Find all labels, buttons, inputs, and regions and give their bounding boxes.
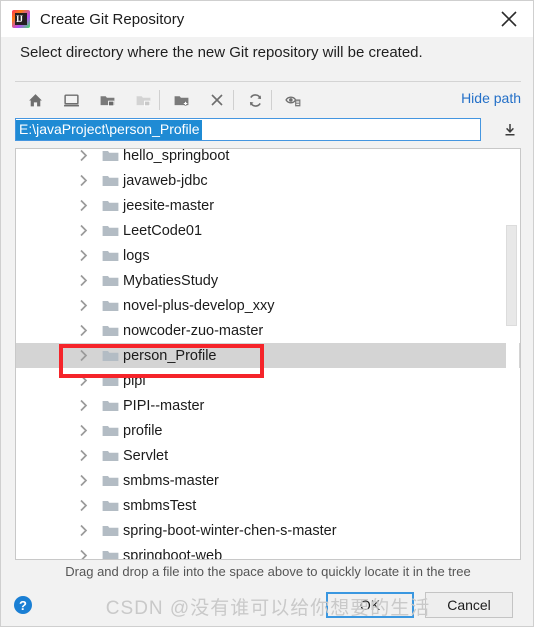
new-folder-icon[interactable] xyxy=(169,89,193,111)
directory-tree[interactable]: hello_springboot javaweb-jdbc jeesite-mast… xyxy=(15,148,521,560)
close-icon[interactable] xyxy=(497,7,521,31)
path-input[interactable]: E:\javaProject\person_Profile xyxy=(15,118,481,141)
delete-icon[interactable] xyxy=(205,89,229,111)
hide-path-link[interactable]: Hide path xyxy=(461,90,521,106)
chevron-right-icon[interactable] xyxy=(76,224,90,237)
chevron-right-icon[interactable] xyxy=(76,149,90,162)
tree-row-label: jeesite-master xyxy=(123,197,215,214)
tree-row-label: logs xyxy=(123,247,150,264)
tree-row-label: spring-boot-winter-chen-s-master xyxy=(123,522,337,539)
folder-icon xyxy=(102,149,120,163)
folder-icon xyxy=(102,324,120,338)
folder-icon xyxy=(102,499,120,513)
tree-row[interactable]: jeesite-master xyxy=(16,193,520,218)
ok-button[interactable]: OK xyxy=(326,592,414,618)
chevron-right-icon[interactable] xyxy=(76,424,90,437)
tree-row-label: Servlet xyxy=(123,447,169,464)
tree-row-label: smbmsTest xyxy=(123,497,197,514)
cancel-button[interactable]: Cancel xyxy=(425,592,513,618)
path-input-value: E:\javaProject\person_Profile xyxy=(16,119,202,140)
folder-icon xyxy=(102,449,120,463)
tree-row[interactable]: spring-boot-winter-chen-s-master xyxy=(16,518,520,543)
folder-icon xyxy=(102,224,120,238)
tree-row-label: javaweb-jdbc xyxy=(123,172,208,189)
tree-row[interactable]: smbmsTest xyxy=(16,493,520,518)
tree-row-label: LeetCode01 xyxy=(123,222,203,239)
folder-icon xyxy=(102,249,120,263)
download-arrow-icon[interactable] xyxy=(499,120,521,140)
tree-row-label: PIPI--master xyxy=(123,397,205,414)
folder-icon xyxy=(102,474,120,488)
help-icon[interactable]: ? xyxy=(14,596,32,614)
tree-row[interactable]: profile xyxy=(16,418,520,443)
tree-scrollbar-thumb[interactable] xyxy=(506,225,517,326)
toolbar-separator-2 xyxy=(233,90,234,110)
tree-row[interactable]: Servlet xyxy=(16,443,520,468)
intellij-idea-icon: IJ xyxy=(12,10,30,28)
tree-row-label: smbms-master xyxy=(123,472,219,489)
tree-row[interactable]: novel-plus-develop_xxy xyxy=(16,293,520,318)
module-folder-icon xyxy=(131,89,155,111)
header-divider xyxy=(15,81,521,82)
home-icon[interactable] xyxy=(23,89,47,111)
folder-icon xyxy=(102,524,120,538)
toolbar-separator xyxy=(159,90,160,110)
chevron-right-icon[interactable] xyxy=(76,399,90,412)
tree-row[interactable]: nowcoder-zuo-master xyxy=(16,318,520,343)
chevron-right-icon[interactable] xyxy=(76,499,90,512)
create-git-repository-dialog: IJ Create Git Repository Select director… xyxy=(0,0,534,627)
tree-row-label: springboot-web xyxy=(123,547,223,560)
chevron-right-icon[interactable] xyxy=(76,249,90,262)
chevron-right-icon[interactable] xyxy=(76,199,90,212)
tree-row-label: profile xyxy=(123,422,163,439)
tree-row-label: nowcoder-zuo-master xyxy=(123,322,264,339)
folder-icon xyxy=(102,399,120,413)
chevron-right-icon[interactable] xyxy=(76,374,90,387)
tree-row[interactable]: springboot-web xyxy=(16,543,520,560)
tree-row-label: novel-plus-develop_xxy xyxy=(123,297,275,314)
window-title: Create Git Repository xyxy=(40,10,185,28)
dialog-subtitle: Select directory where the new Git repos… xyxy=(20,44,423,61)
folder-icon xyxy=(102,424,120,438)
folder-icon xyxy=(102,174,120,188)
tree-row[interactable]: hello_springboot xyxy=(16,148,520,168)
folder-icon xyxy=(102,274,120,288)
toolbar: Hide path xyxy=(15,85,521,115)
tree-row[interactable]: smbms-master xyxy=(16,468,520,493)
tree-row[interactable]: MybatiesStudy xyxy=(16,268,520,293)
tree-scrollbar-track[interactable] xyxy=(506,149,519,559)
toolbar-separator-3 xyxy=(271,90,272,110)
tree-row-label: pipi xyxy=(123,372,146,389)
show-hidden-files-icon[interactable] xyxy=(281,89,305,111)
chevron-right-icon[interactable] xyxy=(76,474,90,487)
folder-icon xyxy=(102,374,120,388)
folder-icon xyxy=(102,199,120,213)
chevron-right-icon[interactable] xyxy=(76,174,90,187)
tree-row[interactable]: LeetCode01 xyxy=(16,218,520,243)
tree-row-label: MybatiesStudy xyxy=(123,272,219,289)
refresh-icon[interactable] xyxy=(243,89,267,111)
project-folder-icon[interactable] xyxy=(95,89,119,111)
chevron-right-icon[interactable] xyxy=(76,299,90,312)
tree-row[interactable]: PIPI--master xyxy=(16,393,520,418)
chevron-right-icon[interactable] xyxy=(76,349,90,362)
path-row: E:\javaProject\person_Profile xyxy=(15,118,521,143)
tree-row[interactable]: person_Profile xyxy=(16,343,520,368)
folder-icon xyxy=(102,299,120,313)
chevron-right-icon[interactable] xyxy=(76,549,90,559)
tree-row[interactable]: pipi xyxy=(16,368,520,393)
folder-icon xyxy=(102,549,120,559)
chevron-right-icon[interactable] xyxy=(76,324,90,337)
tree-row[interactable]: logs xyxy=(16,243,520,268)
desktop-icon[interactable] xyxy=(59,89,83,111)
chevron-right-icon[interactable] xyxy=(76,274,90,287)
folder-icon xyxy=(102,349,120,363)
tree-row[interactable]: javaweb-jdbc xyxy=(16,168,520,193)
drag-drop-hint: Drag and drop a file into the space abov… xyxy=(65,564,471,579)
title-bar: IJ Create Git Repository xyxy=(1,1,533,37)
tree-row-label: person_Profile xyxy=(123,347,217,364)
chevron-right-icon[interactable] xyxy=(76,449,90,462)
chevron-right-icon[interactable] xyxy=(76,524,90,537)
tree-row-label: hello_springboot xyxy=(123,148,230,164)
